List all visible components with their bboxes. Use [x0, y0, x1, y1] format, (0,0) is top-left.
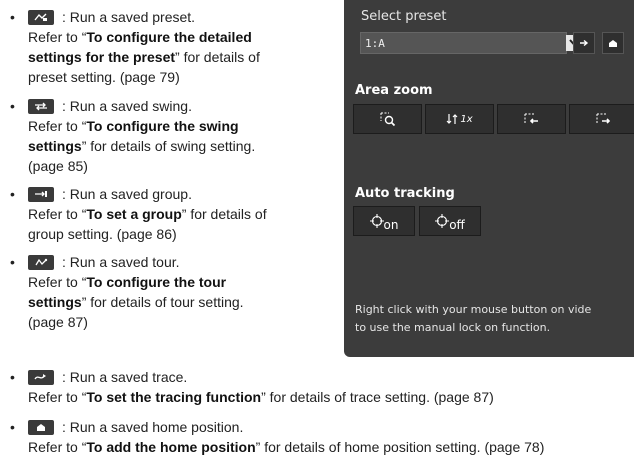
zoom-forward-icon: [596, 113, 610, 124]
refer-text: ” for details of trace setting. (page 87…: [261, 389, 494, 405]
item-description: : Run a saved home position.: [62, 419, 244, 435]
select-preset-label: Select preset: [361, 9, 447, 24]
manual-lock-hint-line2: to use the manual lock on function.: [355, 321, 551, 334]
item-description: : Run a saved swing.: [62, 98, 192, 114]
refer-text: ” for details of: [181, 206, 267, 222]
item-description: : Run a saved group.: [62, 186, 192, 202]
item-tail: (page 85): [28, 158, 88, 174]
area-zoom-button[interactable]: [353, 104, 422, 134]
home-run-icon: [28, 420, 54, 435]
refer-text: Refer to “: [28, 206, 87, 222]
arrow-right-icon: [580, 39, 589, 47]
reference-title: To configure the swing: [86, 118, 239, 134]
home-icon: [609, 39, 617, 47]
preset-select-value: 1:A: [365, 37, 385, 50]
area-zoom-heading: Area zoom: [355, 83, 433, 98]
tracking-on-button[interactable]: on: [353, 206, 415, 236]
bullet: •: [10, 186, 15, 202]
zoom-next-button[interactable]: [569, 104, 634, 134]
bullet: •: [10, 9, 15, 25]
reference-title-cont: settings: [28, 138, 82, 154]
bullet: •: [10, 369, 15, 385]
ptz-control-panel: Select preset 1:A Area zoom 1x Auto trac…: [344, 0, 634, 357]
tracking-off-button[interactable]: off: [419, 206, 481, 236]
refer-text: Refer to “: [28, 274, 87, 290]
manual-lock-hint-line1: Right click with your mouse button on vi…: [355, 303, 592, 316]
item-description: : Run a saved trace.: [62, 369, 188, 385]
preset-select[interactable]: 1:A: [360, 32, 583, 54]
refer-text: Refer to “: [28, 389, 87, 405]
tour-run-icon: [28, 255, 54, 270]
refer-text: ” for details of tour setting.: [81, 294, 244, 310]
crosshair-icon: [435, 214, 450, 228]
preset-run-icon: [28, 10, 54, 25]
zoom-1x-label: 1x: [460, 113, 473, 125]
item-description: : Run a saved preset.: [62, 9, 196, 25]
zoom-previous-button[interactable]: [497, 104, 566, 134]
reference-title: To configure the detailed: [86, 29, 252, 45]
swing-run-icon: [28, 99, 54, 114]
refer-text: Refer to “: [28, 118, 87, 134]
trace-run-icon: [28, 370, 54, 385]
swap-arrows-icon: [446, 114, 458, 124]
reference-title: To set the tracing function: [86, 389, 262, 405]
zoom-back-icon: [524, 113, 538, 124]
refer-text: Refer to “: [28, 29, 87, 45]
home-button[interactable]: [602, 32, 624, 54]
bullet: •: [10, 254, 15, 270]
go-preset-button[interactable]: [573, 32, 595, 54]
reference-title: To set a group: [86, 206, 182, 222]
bullet: •: [10, 98, 15, 114]
refer-text: ” for details of swing setting.: [81, 138, 256, 154]
item-tail: group setting. (page 86): [28, 226, 177, 242]
reference-title: To configure the tour: [86, 274, 227, 290]
zoom-area-icon: [380, 112, 395, 127]
reference-title-cont: settings: [28, 294, 82, 310]
tracking-off-label: off: [449, 218, 465, 232]
group-run-icon: [28, 187, 54, 202]
reference-title: To add the home position: [86, 439, 256, 455]
tracking-on-label: on: [383, 218, 399, 232]
item-description: : Run a saved tour.: [62, 254, 180, 270]
bullet: •: [10, 419, 15, 435]
crosshair-icon: [369, 214, 384, 228]
auto-tracking-heading: Auto tracking: [355, 186, 455, 201]
refer-text: ” for details of home position setting. …: [255, 439, 545, 455]
refer-text: Refer to “: [28, 439, 87, 455]
reference-title-cont: settings for the preset: [28, 49, 176, 65]
refer-text: ” for details of: [175, 49, 260, 65]
item-tail: preset setting. (page 79): [28, 69, 180, 85]
zoom-1x-button[interactable]: 1x: [425, 104, 494, 134]
item-tail: (page 87): [28, 314, 88, 330]
